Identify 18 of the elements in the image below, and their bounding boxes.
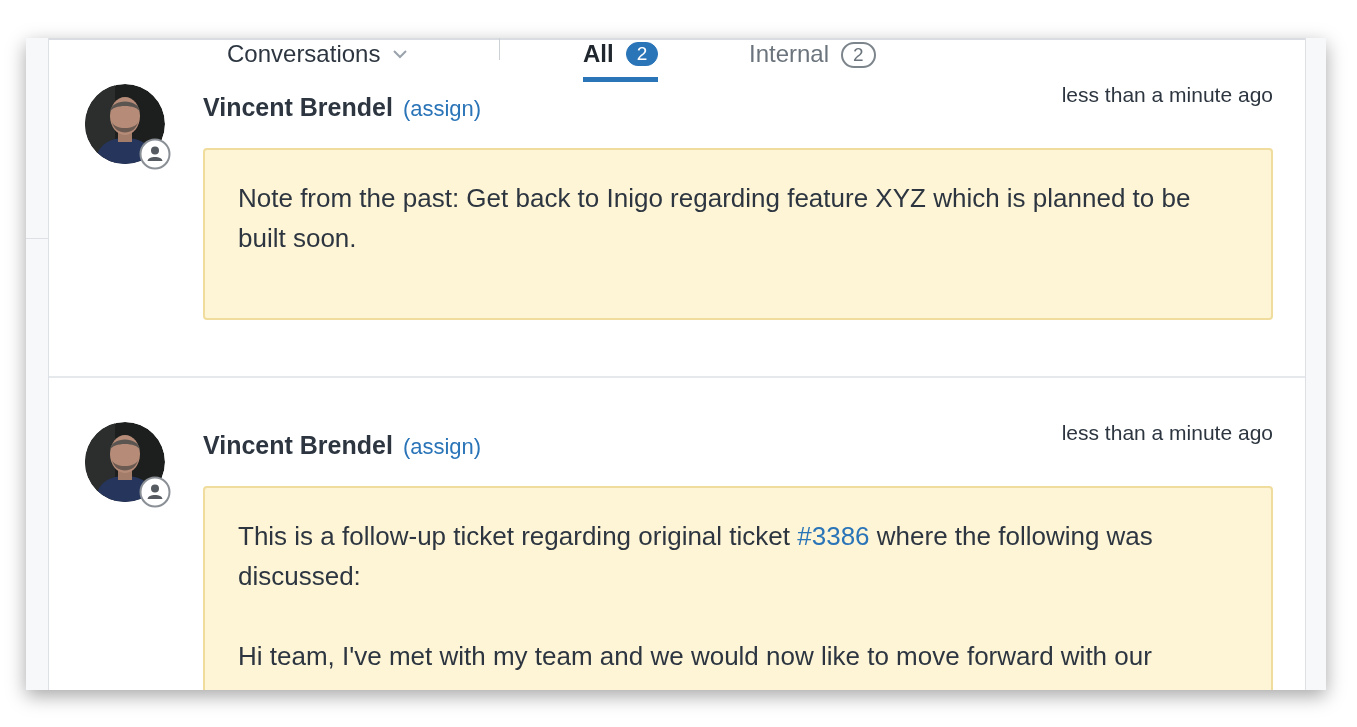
note-text: Hi team, I've met with my team and we would now like to move forward with our: [238, 640, 1153, 673]
tab[interactable]: Internal 2: [749, 40, 876, 82]
ticket-link[interactable]: #3386: [797, 521, 870, 551]
count-badge: 2: [625, 42, 659, 66]
tab[interactable]: All 2: [583, 40, 659, 82]
chevron-down-icon: [392, 49, 409, 59]
author-name: Vincent Brendel: [203, 92, 393, 123]
count-badge: 2: [841, 42, 876, 68]
note-text: This is a follow-up ticket regarding original ticket #3386 where the following was discussed:: [238, 520, 1154, 593]
note-text: Note from the past: Get back to Inigo regarding feature XYZ which is planned to be built soon.: [238, 182, 1192, 255]
timestamp: less than a minute ago: [1061, 420, 1273, 446]
assign-link[interactable]: (assign): [402, 430, 482, 463]
author-name: Vincent Brendel: [203, 430, 393, 461]
view-dropdown[interactable]: Conversations: [227, 40, 409, 68]
user-icon: [139, 476, 171, 508]
assign-link[interactable]: (assign): [402, 92, 482, 125]
timestamp: less than a minute ago: [1061, 82, 1273, 108]
user-icon: [139, 138, 171, 170]
